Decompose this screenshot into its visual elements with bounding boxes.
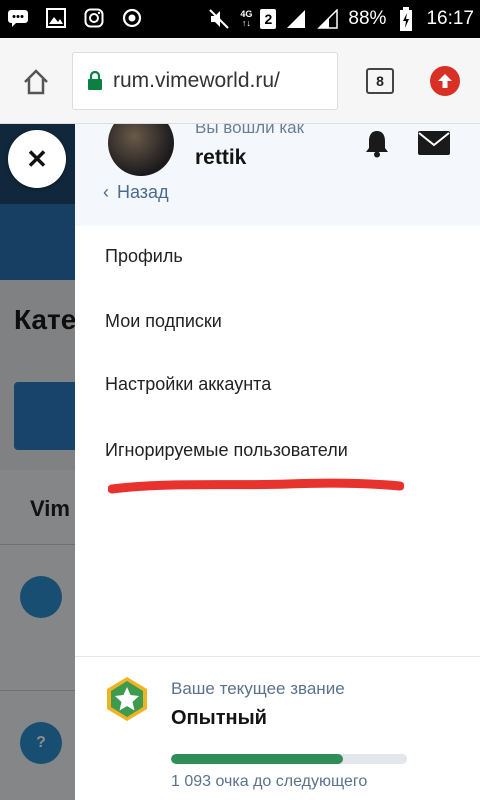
network-type-indicator: 4G ↑↓ xyxy=(240,10,252,28)
lock-icon xyxy=(88,71,102,90)
signal-icon xyxy=(284,7,308,31)
sync-icon xyxy=(120,6,144,30)
url-text: rum.vimeworld.ru/ xyxy=(113,69,280,92)
bell-icon[interactable] xyxy=(362,128,392,158)
notification-icons xyxy=(6,6,144,30)
chat-icon xyxy=(6,6,30,30)
menu-item-ignored-users[interactable]: Игнорируемые пользователи xyxy=(105,440,348,461)
close-drawer-button[interactable]: ✕ xyxy=(8,130,66,188)
status-bar: 4G ↑↓ 2 88% 16:17 xyxy=(0,0,480,38)
mail-icon[interactable] xyxy=(417,130,451,156)
address-bar[interactable]: rum.vimeworld.ru/ xyxy=(72,52,338,110)
red-underline-scribble xyxy=(108,478,404,494)
signal-icon-2 xyxy=(316,7,340,31)
rank-star-icon xyxy=(107,677,147,721)
gallery-icon xyxy=(44,6,68,30)
instagram-icon xyxy=(82,6,106,30)
battery-percent: 88% xyxy=(348,8,387,29)
tab-switcher-button[interactable]: 8 xyxy=(366,68,394,94)
network-activity: ↑↓ xyxy=(241,18,251,28)
system-icons: 4G ↑↓ 2 88% 16:17 xyxy=(208,0,474,38)
arrow-up-icon xyxy=(438,74,452,88)
rank-label: Ваше текущее звание xyxy=(171,679,345,698)
close-icon: ✕ xyxy=(26,143,48,174)
back-label: Назад xyxy=(117,182,169,202)
browser-toolbar: rum.vimeworld.ru/ 8 xyxy=(0,38,480,124)
home-icon xyxy=(24,69,48,95)
menu-item-account-settings[interactable]: Настройки аккаунта xyxy=(105,374,271,395)
logged-in-as-label: Вы вошли как xyxy=(195,124,305,137)
mute-icon xyxy=(208,7,232,31)
username[interactable]: rettik xyxy=(195,146,246,170)
drawer-header: Вы вошли как rettik ‹ Назад xyxy=(75,124,480,226)
upload-extension-button[interactable] xyxy=(430,66,460,96)
menu-item-profile[interactable]: Профиль xyxy=(105,246,183,267)
sim-slot-badge: 2 xyxy=(260,9,277,29)
menu-item-subscriptions[interactable]: Мои подписки xyxy=(105,311,222,332)
rank-panel: Ваше текущее звание Опытный 1 093 очка д… xyxy=(75,656,480,800)
avatar[interactable] xyxy=(108,124,174,176)
clock: 16:17 xyxy=(426,8,474,29)
rank-points-text: 1 093 очка до следующего xyxy=(171,773,368,790)
rank-name: Опытный xyxy=(171,707,267,729)
home-button[interactable] xyxy=(16,62,56,102)
rank-progress-fill xyxy=(171,754,344,764)
back-link[interactable]: ‹ Назад xyxy=(103,182,169,203)
rank-progress-bar xyxy=(171,754,407,764)
chevron-left-icon: ‹ xyxy=(103,182,109,202)
battery-charging-icon xyxy=(394,7,418,31)
account-drawer: Вы вошли как rettik ‹ Назад Профиль Мои … xyxy=(75,124,480,800)
